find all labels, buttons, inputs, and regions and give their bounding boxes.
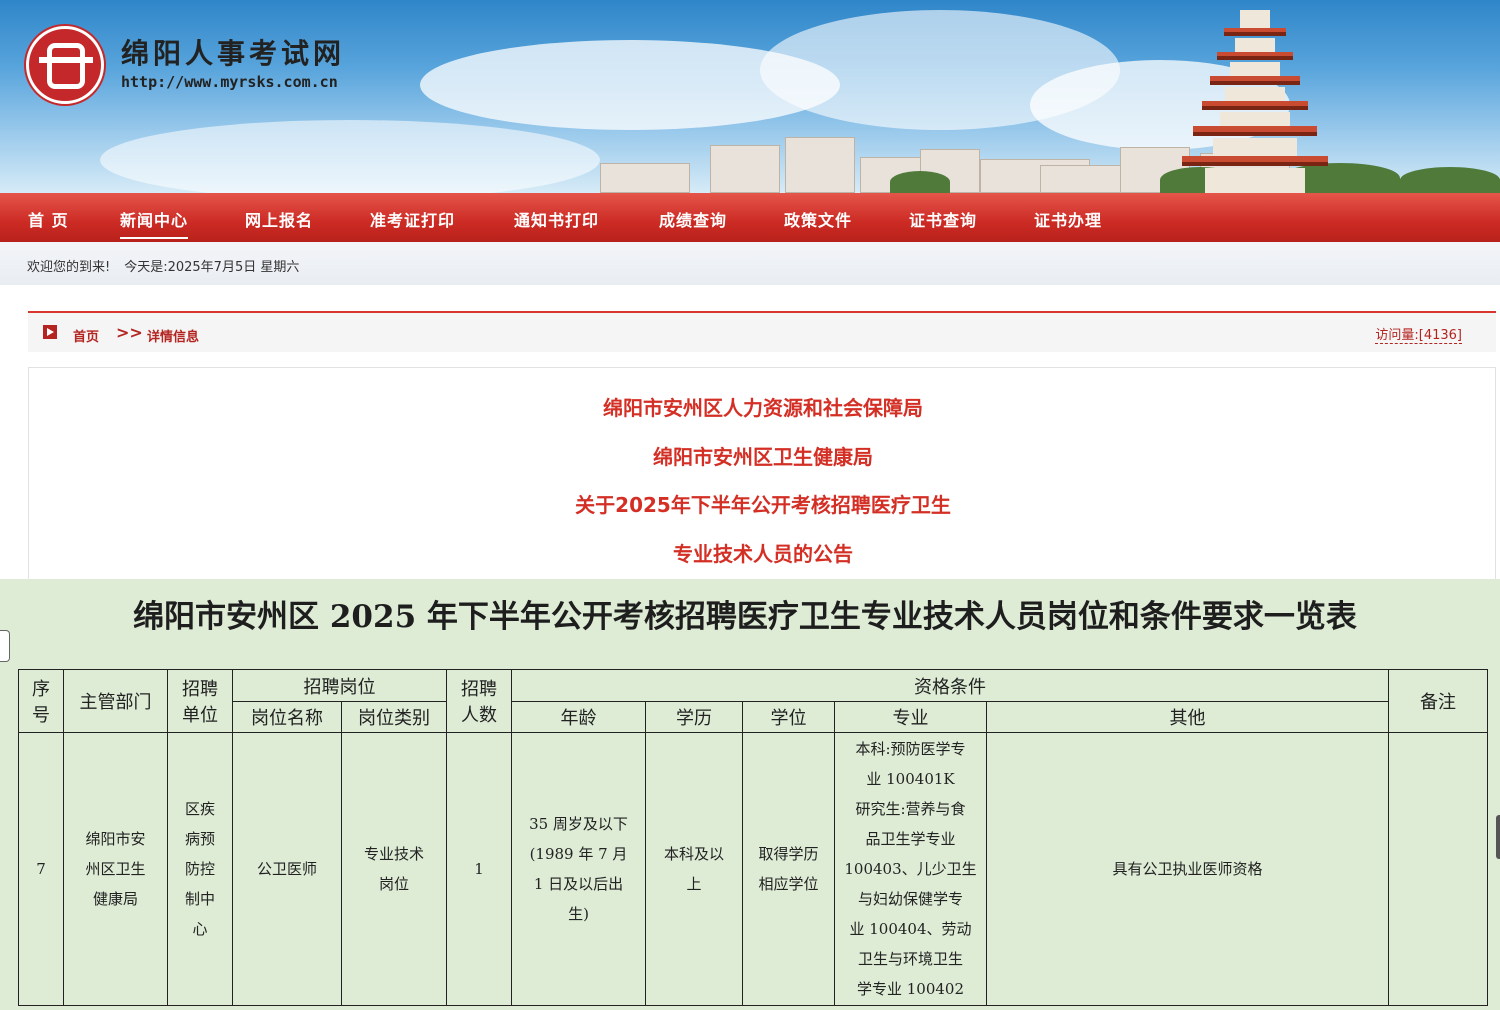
article-title-line: 专业技术人员的公告 — [673, 542, 853, 566]
header-degree: 学位 — [742, 701, 835, 733]
header-other: 其他 — [986, 701, 1389, 733]
site-banner: 绵阳人事考试网 http://www.myrsks.com.cn — [0, 0, 1500, 193]
header-qual-group: 资格条件 — [511, 669, 1389, 702]
cell-major-line: 品卫生学专业 — [865, 830, 956, 848]
site-name: 绵阳人事考试网 — [121, 37, 346, 70]
cell-major: 本科:预防医学专 业 100401K 研究生:营养与食 品卫生学专业 10040… — [834, 732, 987, 1006]
cell-post-name: 公卫医师 — [232, 732, 342, 1006]
cloud-decoration — [100, 120, 600, 193]
cell-dept-line: 健康局 — [92, 890, 138, 908]
cell-degree-line: 相应学位 — [758, 875, 819, 893]
header-unit-line: 单位 — [182, 705, 218, 726]
nav-item-admission-ticket[interactable]: 准考证打印 — [370, 207, 455, 231]
welcome-bar: 欢迎您的到来! 今天是:2025年7月5日 星期六 — [0, 242, 1500, 285]
nav-item-certificate-query[interactable]: 证书查询 — [909, 207, 977, 231]
cell-unit-line: 制中 — [184, 890, 215, 908]
recruitment-table: 序 号 主管部门 招聘 单位 招聘岗位 岗位名称 岗位类别 招聘 人数 资格条件… — [18, 669, 1488, 1006]
article-title-line: 绵阳市安州区人力资源和社会保障局 — [603, 396, 923, 420]
article-title-line: 绵阳市安州区卫生健康局 — [653, 445, 873, 469]
play-icon — [43, 325, 57, 339]
cell-major-line: 100403、儿少卫生 — [844, 860, 977, 878]
cell-education: 本科及以 上 — [645, 732, 743, 1006]
cell-major-line: 学专业 100402 — [856, 980, 965, 998]
breadcrumb-home-link[interactable]: 首页 — [73, 326, 99, 345]
nav-item-news[interactable]: 新闻中心 — [120, 207, 189, 239]
cell-post-type: 专业技术 岗位 — [341, 732, 447, 1006]
header-education: 学历 — [645, 701, 743, 733]
cell-major-line: 与妇幼保健学专 — [857, 890, 963, 908]
cell-degree-line: 取得学历 — [758, 845, 819, 863]
cell-count: 1 — [446, 732, 512, 1006]
cell-remark — [1388, 732, 1488, 1006]
cell-dept: 绵阳市安 州区卫生 健康局 — [63, 732, 168, 1006]
article-content: 绵阳市安州区人力资源和社会保障局 绵阳市安州区卫生健康局 关于2025年下半年公… — [28, 367, 1496, 580]
visit-counter: 访问量:[4136] — [1375, 324, 1462, 344]
cell-major-line: 研究生:营养与食 — [855, 800, 966, 818]
header-count-line: 人数 — [461, 705, 497, 726]
header-post-group: 招聘岗位 — [232, 669, 447, 702]
cell-major-line: 本科:预防医学专 — [855, 740, 966, 758]
city-skyline-image — [560, 123, 1500, 193]
cell-education-line: 上 — [686, 875, 702, 893]
header-major: 专业 — [834, 701, 987, 733]
cell-seq: 7 — [18, 732, 64, 1006]
current-date: 今天是:2025年7月5日 星期六 — [124, 260, 300, 275]
cell-unit-line: 区疾 — [184, 800, 215, 818]
cell-age-line: 1 日及以后出 — [533, 875, 624, 893]
cell-post-type-line: 专业技术 — [363, 845, 424, 863]
header-remark: 备注 — [1388, 669, 1488, 733]
breadcrumb-separator: >> — [116, 323, 143, 342]
header-seq: 序 号 — [18, 669, 64, 733]
cell-age: 35 周岁及以下 (1989 年 7 月 1 日及以后出 生) — [511, 732, 646, 1006]
article-title-line: 关于2025年下半年公开考核招聘医疗卫生 — [575, 493, 951, 517]
cell-education-line: 本科及以 — [663, 845, 724, 863]
header-age: 年龄 — [511, 701, 646, 733]
pagoda-image — [1180, 0, 1330, 193]
cell-unit: 区疾 病预 防控 制中 心 — [167, 732, 233, 1006]
site-url: http://www.myrsks.com.cn — [121, 73, 338, 91]
header-unit: 招聘 单位 — [167, 669, 233, 733]
breadcrumb: 首页 >> 详情信息 访问量:[4136] — [28, 311, 1496, 352]
cell-post-type-line: 岗位 — [378, 875, 409, 893]
cell-major-line: 卫生与环境卫生 — [857, 950, 963, 968]
welcome-text: 欢迎您的到来! 今天是:2025年7月5日 星期六 — [27, 256, 313, 275]
header-count-line: 招聘 — [461, 679, 497, 700]
nav-item-registration[interactable]: 网上报名 — [245, 207, 313, 231]
table-title: 绵阳市安州区 2025 年下半年公开考核招聘医疗卫生专业技术人员岗位和条件要求一… — [133, 599, 1357, 635]
nav-item-certificate-apply[interactable]: 证书办理 — [1034, 207, 1102, 231]
main-nav: 首 页 新闻中心 网上报名 准考证打印 通知书打印 成绩查询 政策文件 证书查询… — [0, 193, 1500, 242]
breadcrumb-current: 详情信息 — [147, 330, 200, 345]
side-handle[interactable] — [0, 630, 10, 662]
cell-major-line: 业 100404、劳动 — [849, 920, 972, 938]
nav-item-home[interactable]: 首 页 — [28, 207, 69, 231]
cell-unit-line: 心 — [192, 920, 208, 938]
cell-degree: 取得学历 相应学位 — [742, 732, 835, 1006]
cell-major-line: 业 100401K — [866, 770, 955, 788]
header-seq-line: 序 — [32, 679, 50, 700]
cell-other: 具有公卫执业医师资格 — [986, 732, 1389, 1006]
cell-age-line: (1989 年 7 月 — [529, 845, 628, 863]
header-seq-line: 号 — [32, 705, 50, 726]
nav-item-policy[interactable]: 政策文件 — [784, 207, 852, 231]
cell-dept-line: 州区卫生 — [85, 860, 146, 878]
header-count: 招聘 人数 — [446, 669, 512, 733]
logo-mark — [47, 43, 85, 89]
nav-item-scores[interactable]: 成绩查询 — [659, 207, 727, 231]
cell-unit-line: 防控 — [184, 860, 215, 878]
cell-age-line: 生) — [568, 905, 589, 923]
welcome-greeting: 欢迎您的到来! — [27, 260, 111, 275]
cell-age-line: 35 周岁及以下 — [529, 815, 628, 833]
cell-dept-line: 绵阳市安 — [85, 830, 146, 848]
nav-item-notice-print[interactable]: 通知书打印 — [514, 207, 599, 231]
header-unit-line: 招聘 — [182, 679, 218, 700]
cell-unit-line: 病预 — [184, 830, 215, 848]
logo-mark — [39, 57, 93, 63]
site-logo[interactable] — [26, 26, 104, 104]
header-post-type: 岗位类别 — [341, 701, 447, 733]
side-handle[interactable] — [1496, 815, 1500, 859]
header-post-name: 岗位名称 — [232, 701, 342, 733]
header-dept: 主管部门 — [63, 669, 168, 733]
